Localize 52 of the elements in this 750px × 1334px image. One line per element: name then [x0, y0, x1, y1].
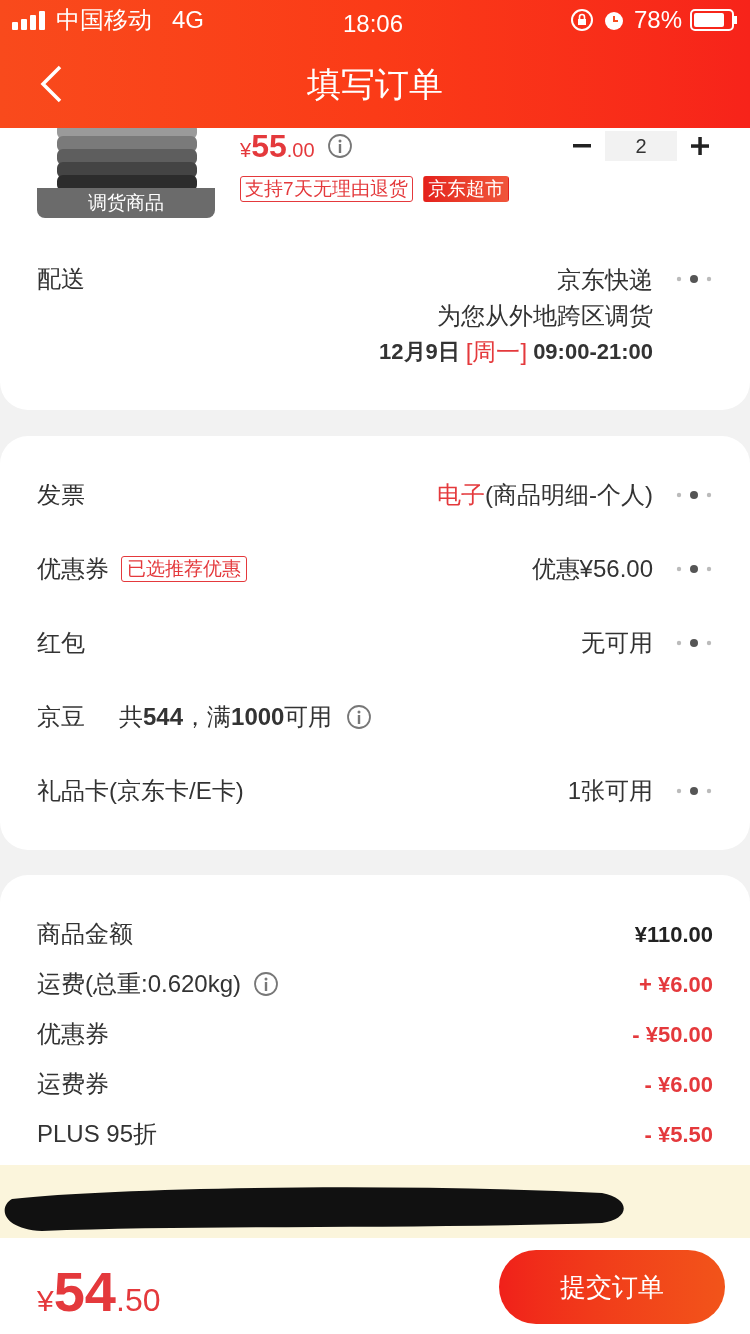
row-label: 发票: [37, 480, 85, 510]
delivery-time: 09:00-21:00: [533, 338, 653, 366]
transfer-badge: 调货商品: [37, 188, 215, 218]
carrier-name: 中国移动: [56, 5, 152, 35]
row-label: 配送: [37, 264, 85, 294]
network-type: 4G: [172, 5, 204, 35]
row-label: 商品金额: [37, 919, 133, 949]
plus-icon: [691, 137, 709, 155]
signal-icon: [12, 10, 48, 30]
row-value: 无可用: [581, 628, 653, 658]
more-icon[interactable]: [675, 490, 713, 500]
delivery-weekday: [周一]: [465, 337, 528, 367]
delivery-method: 京东快递: [557, 265, 653, 295]
total-price: ¥54.50: [37, 1259, 161, 1325]
amount-value: - ¥50.00: [632, 1020, 713, 1049]
row-label: 京豆: [37, 702, 85, 732]
info-icon[interactable]: [346, 704, 373, 730]
row-label: 优惠券: [37, 1019, 109, 1049]
row-label: 礼品卡(京东卡/E卡): [37, 776, 244, 806]
amount-value: - ¥6.00: [644, 1070, 713, 1099]
row-value: 优惠¥56.00: [531, 554, 653, 584]
more-icon[interactable]: [675, 638, 713, 648]
amount-value: - ¥5.50: [644, 1120, 713, 1149]
row-label: 优惠券: [37, 554, 109, 584]
battery-icon: [690, 9, 738, 31]
quantity-field[interactable]: 2: [605, 131, 677, 161]
minus-icon: [573, 144, 591, 148]
row-label: PLUS 95折: [37, 1119, 158, 1149]
row-label: 运费(总重:0.620kg): [37, 969, 242, 999]
submit-button[interactable]: 提交订单: [499, 1250, 725, 1324]
info-icon[interactable]: [326, 133, 353, 159]
more-icon[interactable]: [675, 786, 713, 796]
service-tag: 京东超市: [422, 176, 509, 202]
rotation-lock-icon: [569, 8, 594, 32]
row-value: 1张可用: [567, 776, 653, 806]
coupon-tag: 已选推荐优惠: [121, 556, 247, 582]
bean-detail: 共544，满1000可用: [119, 702, 333, 732]
row-value: (商品明细-个人): [485, 480, 653, 510]
info-icon[interactable]: [253, 971, 280, 997]
clock-time: 18:06: [343, 9, 404, 39]
row-label: 红包: [37, 628, 85, 658]
row-label: 运费券: [37, 1069, 109, 1099]
delivery-date: 12月9日: [379, 338, 460, 366]
row-value: 电子: [437, 480, 485, 510]
more-icon[interactable]: [675, 564, 713, 574]
battery-percent: 78%: [633, 5, 682, 35]
product-price: ¥55.00: [240, 127, 315, 166]
service-tag: 支持7天无理由退货: [240, 176, 413, 202]
page-title: 填写订单: [306, 64, 444, 105]
amount-value: + ¥6.00: [639, 970, 713, 999]
amount-value: ¥110.00: [634, 920, 713, 949]
delivery-note: 为您从外地跨区调货: [437, 301, 653, 331]
